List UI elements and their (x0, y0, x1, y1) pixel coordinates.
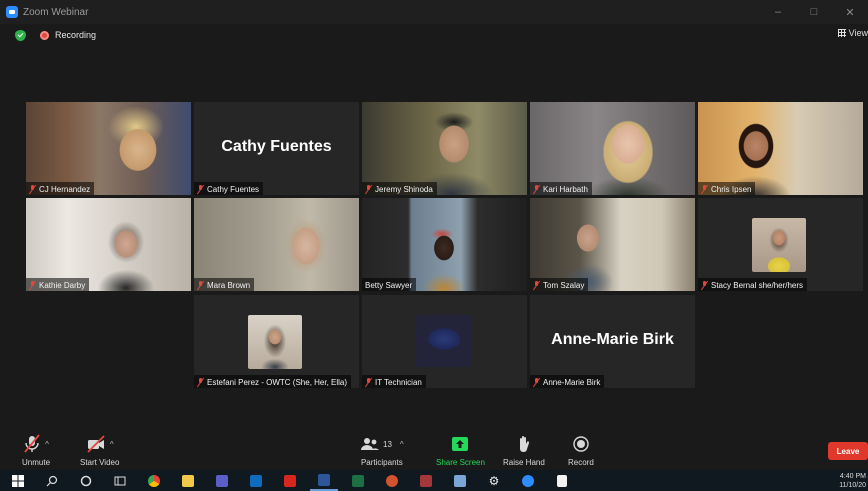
word-icon[interactable] (310, 470, 338, 491)
maximize-button[interactable]: □ (796, 0, 832, 24)
participant-tile[interactable]: Anne-Marie Birk Anne-Marie Birk (530, 295, 695, 388)
active-speaker-tile[interactable]: Betty Sawyer (362, 198, 527, 291)
muted-mic-icon (29, 280, 36, 290)
search-icon[interactable] (38, 470, 66, 491)
task-view-icon[interactable] (106, 470, 134, 491)
muted-mic-icon (197, 377, 204, 387)
acrobat-icon[interactable] (276, 470, 304, 491)
participants-count: 13 (383, 439, 392, 449)
participant-name-label: Kathie Darby (26, 278, 90, 291)
system-clock[interactable]: 4:40 PM 11/10/20 (839, 472, 866, 490)
unmute-button[interactable]: ^ Unmute (22, 434, 50, 467)
participant-tile[interactable]: Mara Brown (194, 198, 359, 291)
minimize-button[interactable]: – (760, 0, 796, 24)
participant-tile[interactable]: Estefani Perez - OWTC (She, Her, Ella) (194, 295, 359, 388)
close-button[interactable]: ✕ (832, 0, 868, 24)
view-label: View (848, 28, 868, 38)
file-explorer-icon[interactable] (174, 470, 202, 491)
recording-icon (40, 30, 49, 40)
participant-tile[interactable]: Kari Harbath (530, 102, 695, 195)
document-icon[interactable] (548, 470, 576, 491)
outlook-icon[interactable] (242, 470, 270, 491)
start-video-button[interactable]: ^ Start Video (80, 434, 119, 467)
muted-mic-icon (533, 280, 540, 290)
participants-options-caret-icon[interactable]: ^ (400, 440, 404, 449)
phone-icon[interactable] (514, 470, 542, 491)
participant-name-label: Mara Brown (194, 278, 255, 291)
participant-display-name: Anne-Marie Birk (551, 331, 674, 348)
participant-name-label: Tom Szalay (530, 278, 589, 291)
audio-options-caret-icon[interactable]: ^ (45, 440, 49, 449)
video-off-icon (87, 435, 105, 453)
participant-tile[interactable]: Chris Ipsen (698, 102, 863, 195)
teams-icon[interactable] (208, 470, 236, 491)
participant-name-label: Cathy Fuentes (194, 182, 264, 195)
window-controls: – □ ✕ (760, 0, 868, 24)
settings-icon[interactable]: ⚙ (480, 470, 508, 491)
windows-taskbar: ⚙ 4:40 PM 11/10/20 (0, 470, 868, 491)
gallery-view-icon (837, 29, 846, 37)
muted-mic-icon (533, 377, 540, 387)
zoom-webinar-window: Zoom Webinar – □ ✕ Recording View CJ Her… (0, 0, 868, 491)
zoom-app-icon (6, 6, 18, 18)
window-title-bar: Zoom Webinar – □ ✕ (0, 0, 868, 24)
participant-display-name: Cathy Fuentes (221, 138, 332, 155)
participant-avatar (248, 315, 302, 369)
excel-icon[interactable] (344, 470, 372, 491)
share-screen-icon (452, 437, 469, 451)
snipping-tool-icon[interactable] (446, 470, 474, 491)
chrome-icon[interactable] (140, 470, 168, 491)
muted-mic-icon (701, 184, 708, 194)
participant-avatar (416, 315, 472, 367)
clock-date: 11/10/20 (839, 482, 866, 489)
cortana-icon[interactable] (72, 470, 100, 491)
meeting-info-bar: Recording View (0, 24, 868, 46)
participant-tile[interactable]: IT Technician (362, 295, 527, 388)
participant-name-label: Anne-Marie Birk (530, 375, 605, 388)
muted-mic-icon (533, 184, 540, 194)
participant-avatar (752, 218, 806, 272)
access-icon[interactable] (412, 470, 440, 491)
participant-name-label: Stacy Bernal she/her/hers (698, 278, 808, 291)
record-icon (573, 436, 589, 452)
participant-tile[interactable]: Stacy Bernal she/her/hers (698, 198, 863, 291)
raise-hand-button[interactable]: Raise Hand (503, 434, 545, 467)
leave-button[interactable]: Leave (828, 442, 868, 460)
participants-button[interactable]: 13 ^ Participants (360, 434, 404, 467)
muted-microphone-icon (24, 434, 40, 453)
windows-start-icon[interactable] (4, 470, 32, 491)
participant-name-label: CJ Hernandez (26, 182, 95, 195)
muted-mic-icon (29, 184, 36, 194)
participant-tile[interactable]: CJ Hernandez (26, 102, 191, 195)
participant-tile[interactable]: Jeremy Shinoda (362, 102, 527, 195)
view-button[interactable]: View (837, 28, 868, 38)
muted-mic-icon (365, 184, 372, 194)
participant-tile[interactable]: Cathy Fuentes Cathy Fuentes (194, 102, 359, 195)
muted-mic-icon (197, 184, 204, 194)
muted-mic-icon (365, 377, 372, 387)
record-button[interactable]: Record (568, 434, 594, 467)
participant-tile[interactable]: Kathie Darby (26, 198, 191, 291)
muted-mic-icon (701, 280, 708, 290)
participant-name-label: Chris Ipsen (698, 182, 756, 195)
video-options-caret-icon[interactable]: ^ (110, 440, 114, 449)
participants-icon (361, 438, 379, 450)
participant-name-label: Jeremy Shinoda (362, 182, 437, 195)
participant-name-label: Betty Sawyer (362, 278, 417, 291)
participant-name-label: Estefani Perez - OWTC (She, Her, Ella) (194, 375, 352, 388)
window-title: Zoom Webinar (23, 6, 89, 18)
meeting-controls-bar: ^ Unmute ^ Start Video 13 ^ Participants… (0, 430, 868, 470)
powerpoint-icon[interactable] (378, 470, 406, 491)
participant-tile[interactable]: Tom Szalay (530, 198, 695, 291)
recording-label: Recording (55, 30, 97, 40)
muted-mic-icon (197, 280, 204, 290)
raise-hand-icon (519, 436, 530, 452)
participant-name-label: Kari Harbath (530, 182, 592, 195)
clock-time: 4:40 PM (839, 473, 866, 480)
share-screen-button[interactable]: Share Screen (436, 434, 485, 467)
encryption-shield-icon[interactable] (15, 29, 26, 41)
participant-name-label: IT Technician (362, 375, 426, 388)
